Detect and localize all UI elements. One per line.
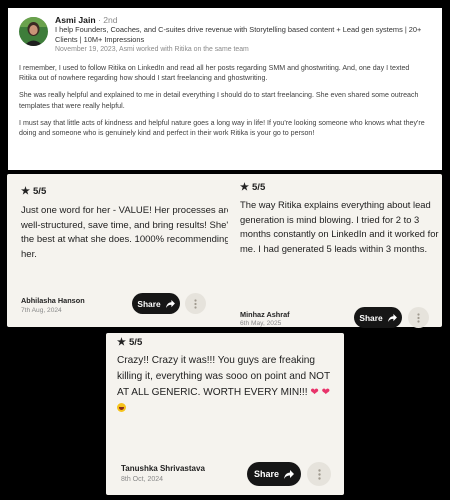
star-icon: ★ <box>240 182 249 193</box>
recommendation-date-line: November 19, 2023, Asmi worked with Riti… <box>55 45 249 53</box>
recommender-name[interactable]: Asmi Jain <box>55 15 96 25</box>
recommender-headline: I help Founders, Coaches, and C-suites d… <box>55 25 422 44</box>
more-dots-icon <box>417 312 420 323</box>
share-label: Share <box>253 469 279 479</box>
rating-value: 5/5 <box>251 182 266 193</box>
connection-degree: · 2nd <box>98 15 118 25</box>
rating-value: 5/5 <box>32 186 47 197</box>
grin-emoji-icon <box>117 403 126 413</box>
testimonial-date: 7th Aug, 2024 <box>21 307 62 314</box>
recommendation-header: Asmi Jain · 2nd I help Founders, Coaches… <box>19 15 432 54</box>
share-arrow-icon <box>165 299 175 308</box>
share-arrow-icon <box>284 469 294 479</box>
share-label: Share <box>137 298 161 309</box>
recommendation-body: I remember, I used to follow Ritika on L… <box>19 63 432 139</box>
testimonial-text-block: Crazy!! Crazy it was!!! You guys are fre… <box>117 353 341 418</box>
share-button[interactable]: Share <box>354 307 402 328</box>
testimonial-card: ★ 5/5 Just one word for her - VALUE! Her… <box>7 174 243 327</box>
testimonial-author: Abhilasha Hanson <box>21 296 85 305</box>
testimonial-date: 8th Oct, 2024 <box>121 476 164 483</box>
star-icon: ★ <box>117 337 126 348</box>
testimonial-card: ★ 5/5 The way Ritika explains everything… <box>228 174 442 328</box>
heart-icon: ❤ ❤ <box>310 387 331 399</box>
recommendation-paragraph: I must say that little acts of kindness … <box>19 118 425 138</box>
rating: ★ 5/5 <box>117 337 142 348</box>
avatar[interactable] <box>19 17 48 46</box>
testimonial-text: Crazy!! Crazy it was!!! You guys are fre… <box>117 355 331 399</box>
testimonial-author: Tanushka Shrivastava <box>121 464 205 473</box>
more-dots-icon <box>194 298 197 309</box>
recommender-name-row: Asmi Jain · 2nd <box>55 15 432 25</box>
recommendation-paragraph: She was really helpful and explained to … <box>19 91 419 110</box>
rating: ★ 5/5 <box>21 186 46 197</box>
more-dots-icon <box>317 468 321 480</box>
testimonial-date: 6th May, 2025 <box>240 320 282 327</box>
share-button[interactable]: Share <box>247 462 301 486</box>
share-arrow-icon <box>387 313 397 322</box>
star-icon: ★ <box>21 186 30 197</box>
more-options-button[interactable] <box>408 307 429 328</box>
more-options-button[interactable] <box>185 293 206 314</box>
rating-value: 5/5 <box>128 337 143 348</box>
testimonial-card: ★ 5/5 Crazy!! Crazy it was!!! You guys a… <box>106 333 344 495</box>
share-label: Share <box>359 312 383 323</box>
testimonial-author: Minhaz Ashraf <box>240 310 290 319</box>
recommendation-paragraph: I remember, I used to follow Ritika on L… <box>19 63 410 83</box>
linkedin-recommendation-card: Asmi Jain · 2nd I help Founders, Coaches… <box>8 8 442 170</box>
testimonial-text: The way Ritika explains everything about… <box>240 199 439 254</box>
testimonial-text: Just one word for her - VALUE! Her proce… <box>21 205 233 261</box>
share-button[interactable]: Share <box>132 293 180 314</box>
more-options-button[interactable] <box>307 462 331 486</box>
rating: ★ 5/5 <box>240 182 265 193</box>
recommender-meta: Asmi Jain · 2nd I help Founders, Coaches… <box>55 15 432 54</box>
